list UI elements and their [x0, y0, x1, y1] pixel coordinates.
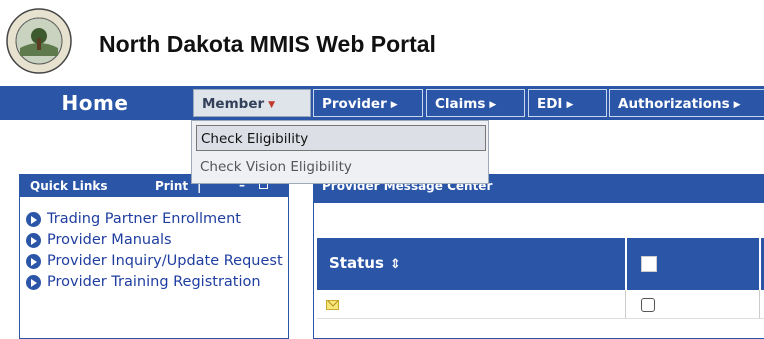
select-all-checkbox[interactable] [641, 256, 657, 272]
message-table: Status ⇕ [317, 238, 764, 319]
nav-edi-label: EDI [537, 96, 563, 112]
cell-divider [625, 290, 626, 318]
status-column-label: Status [329, 254, 384, 272]
quick-link-label: Trading Partner Enrollment [47, 211, 241, 227]
arrow-circle-icon [26, 212, 41, 227]
print-link[interactable]: Print [155, 175, 188, 197]
state-seal-logo [6, 8, 72, 74]
quick-link-label: Provider Training Registration [47, 274, 261, 290]
quick-link-trading-partner-enrollment[interactable]: Trading Partner Enrollment [26, 209, 288, 230]
table-row[interactable] [317, 290, 764, 319]
chevron-right-icon: ▶ [489, 100, 497, 110]
chevron-right-icon: ▶ [566, 100, 574, 110]
nav-authorizations-label: Authorizations [618, 96, 730, 112]
quick-link-label: Provider Inquiry/Update Request [47, 253, 283, 269]
message-table-header: Status ⇕ [317, 238, 764, 290]
quick-links-panel: Quick Links Print | – Trading Partner En… [19, 174, 289, 339]
member-dropdown-menu: Check Eligibility Check Vision Eligibili… [191, 120, 489, 184]
quick-link-provider-manuals[interactable]: Provider Manuals [26, 230, 288, 251]
quick-link-provider-training-registration[interactable]: Provider Training Registration [26, 272, 288, 293]
nav-home[interactable]: Home [0, 86, 190, 120]
nav-member-label: Member [202, 96, 265, 112]
sort-icon[interactable]: ⇕ [390, 257, 401, 272]
quick-links-list: Trading Partner Enrollment Provider Manu… [26, 209, 288, 293]
arrow-circle-icon [26, 254, 41, 269]
chevron-down-icon: ▼ [268, 100, 276, 110]
nav-provider-label: Provider [322, 96, 387, 112]
nav-claims-label: Claims [435, 96, 486, 112]
nav-authorizations[interactable]: Authorizations ▶ [609, 89, 764, 117]
message-center-panel: Provider Message Center Status ⇕ [313, 174, 764, 339]
chevron-right-icon: ▶ [733, 100, 741, 110]
menu-item-check-vision-eligibility[interactable]: Check Vision Eligibility [196, 154, 486, 180]
status-column-header[interactable]: Status ⇕ [329, 254, 401, 272]
nav-edi[interactable]: EDI ▶ [528, 89, 607, 117]
chevron-right-icon: ▶ [390, 100, 398, 110]
menu-item-check-eligibility[interactable]: Check Eligibility [196, 125, 486, 151]
arrow-circle-icon [26, 275, 41, 290]
cell-divider [759, 290, 760, 318]
main-navbar: Home Member ▼ Provider ▶ Claims ▶ EDI ▶ Auth… [0, 86, 764, 120]
quick-link-provider-inquiry-update[interactable]: Provider Inquiry/Update Request [26, 251, 288, 272]
portal-title: North Dakota MMIS Web Portal [99, 31, 436, 57]
nav-claims[interactable]: Claims ▶ [426, 89, 525, 117]
nav-provider[interactable]: Provider ▶ [313, 89, 423, 117]
arrow-circle-icon [26, 233, 41, 248]
quick-link-label: Provider Manuals [47, 232, 172, 248]
envelope-icon [326, 300, 339, 310]
column-divider [625, 238, 627, 290]
nav-member[interactable]: Member ▼ [193, 89, 311, 117]
page-header: North Dakota MMIS Web Portal [0, 0, 764, 82]
column-divider [759, 238, 761, 290]
quick-links-title: Quick Links [30, 179, 108, 193]
row-checkbox[interactable] [641, 298, 655, 312]
